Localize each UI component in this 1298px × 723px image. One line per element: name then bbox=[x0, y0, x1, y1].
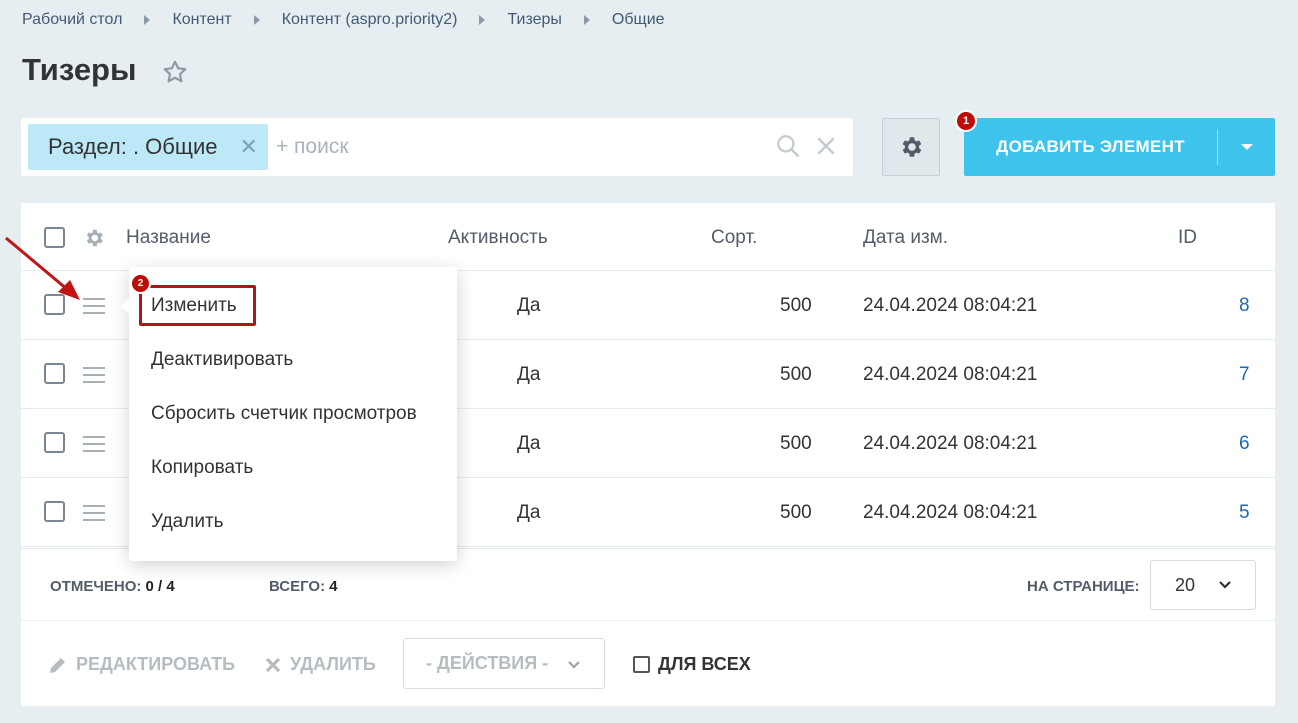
menu-item-copy[interactable]: Копировать bbox=[151, 457, 253, 479]
cell-id[interactable]: 7 bbox=[1239, 364, 1250, 386]
highlight-box bbox=[139, 285, 256, 326]
cell-active: Да bbox=[517, 364, 541, 385]
cell-sort: 500 bbox=[780, 502, 812, 523]
menu-item-reset-views[interactable]: Сбросить счетчик просмотров bbox=[151, 403, 417, 425]
cell-date: 24.04.2024 08:04:21 bbox=[863, 433, 1038, 454]
cell-sort: 500 bbox=[780, 295, 812, 316]
cell-sort: 500 bbox=[780, 364, 812, 385]
chevron-down-icon bbox=[1219, 581, 1231, 589]
clear-search-icon[interactable] bbox=[815, 135, 837, 157]
remove-filter-icon[interactable]: ✕ bbox=[240, 134, 258, 160]
column-header-name[interactable]: Название bbox=[126, 227, 211, 249]
breadcrumb-item[interactable]: Рабочий стол bbox=[22, 11, 122, 29]
cell-date: 24.04.2024 08:04:21 bbox=[863, 295, 1038, 316]
cell-active: Да bbox=[517, 433, 541, 454]
chevron-down-icon bbox=[568, 661, 580, 669]
filter-bar[interactable]: Раздел: . Общие ✕ + поиск bbox=[21, 118, 853, 176]
step-badge-1: 1 bbox=[955, 110, 977, 132]
delete-action-button[interactable]: УДАЛИТЬ bbox=[264, 654, 376, 675]
filter-tag[interactable]: Раздел: . Общие ✕ bbox=[28, 124, 268, 170]
pointer-arrow-icon bbox=[5, 236, 80, 300]
column-header-date[interactable]: Дата изм. bbox=[863, 227, 948, 249]
total-count: ВСЕГО: 4 bbox=[269, 578, 338, 595]
column-header-id[interactable]: ID bbox=[1178, 227, 1197, 249]
menu-item-deactivate[interactable]: Деактивировать bbox=[151, 349, 293, 371]
table-header: Название Активность Сорт. Дата изм. ID bbox=[21, 203, 1275, 271]
cell-sort: 500 bbox=[780, 433, 812, 454]
breadcrumb-item[interactable]: Тизеры bbox=[507, 11, 561, 29]
add-element-label: ДОБАВИТЬ ЭЛЕМЕНТ bbox=[996, 137, 1185, 156]
row-checkbox[interactable] bbox=[44, 501, 65, 522]
actions-select[interactable]: - ДЕЙСТВИЯ - bbox=[403, 638, 605, 689]
breadcrumb: Рабочий стол Контент Контент (aspro.prio… bbox=[22, 11, 665, 29]
add-dropdown-toggle[interactable] bbox=[1218, 142, 1275, 152]
cell-active: Да bbox=[517, 295, 541, 316]
row-menu-icon[interactable] bbox=[83, 436, 105, 457]
breadcrumb-item[interactable]: Контент (aspro.priority2) bbox=[282, 11, 458, 29]
for-all-checkbox[interactable] bbox=[633, 656, 650, 673]
cell-id[interactable]: 6 bbox=[1239, 433, 1250, 455]
per-page-value: 20 bbox=[1175, 574, 1196, 595]
cell-date: 24.04.2024 08:04:21 bbox=[863, 364, 1038, 385]
pencil-icon bbox=[50, 657, 65, 673]
breadcrumb-separator-icon bbox=[253, 15, 260, 25]
breadcrumb-separator-icon bbox=[479, 15, 486, 25]
cell-active: Да bbox=[517, 502, 541, 523]
row-menu-icon[interactable] bbox=[83, 505, 105, 526]
row-checkbox[interactable] bbox=[44, 363, 65, 384]
title-row: Тизеры bbox=[22, 52, 188, 88]
row-checkbox[interactable] bbox=[44, 432, 65, 453]
gear-icon bbox=[902, 137, 922, 157]
breadcrumb-item[interactable]: Контент bbox=[172, 11, 231, 29]
column-header-active[interactable]: Активность bbox=[448, 227, 548, 249]
chevron-down-icon bbox=[1240, 144, 1253, 150]
column-header-sort[interactable]: Сорт. bbox=[711, 227, 757, 249]
close-icon bbox=[265, 657, 281, 672]
per-page-select[interactable]: 20 bbox=[1150, 560, 1256, 610]
selected-count: ОТМЕЧЕНО: 0 / 4 bbox=[50, 578, 175, 595]
star-icon[interactable] bbox=[162, 59, 188, 85]
actions-bar: РЕДАКТИРОВАТЬ УДАЛИТЬ - ДЕЙСТВИЯ - ДЛЯ В… bbox=[21, 620, 1275, 706]
breadcrumb-separator-icon bbox=[583, 15, 590, 25]
step-badge-2: 2 bbox=[130, 273, 151, 294]
search-icon[interactable] bbox=[775, 133, 801, 159]
actions-select-value: - ДЕЙСТВИЯ - bbox=[426, 653, 549, 673]
breadcrumb-separator-icon bbox=[144, 15, 151, 25]
filter-tag-label: Раздел: . Общие bbox=[48, 134, 218, 159]
for-all-toggle[interactable]: ДЛЯ ВСЕХ bbox=[633, 654, 751, 675]
edit-action-button[interactable]: РЕДАКТИРОВАТЬ bbox=[48, 654, 235, 675]
breadcrumb-item[interactable]: Общие bbox=[612, 11, 665, 29]
delete-action-label: УДАЛИТЬ bbox=[290, 654, 376, 674]
add-element-button[interactable]: ДОБАВИТЬ ЭЛЕМЕНТ bbox=[964, 118, 1275, 176]
settings-button[interactable] bbox=[882, 118, 940, 176]
cell-id[interactable]: 8 bbox=[1239, 295, 1250, 317]
cell-date: 24.04.2024 08:04:21 bbox=[863, 502, 1038, 523]
for-all-label: ДЛЯ ВСЕХ bbox=[658, 654, 751, 674]
search-input[interactable]: + поиск bbox=[276, 135, 349, 159]
edit-action-label: РЕДАКТИРОВАТЬ bbox=[76, 654, 236, 674]
per-page-label: НА СТРАНИЦЕ: bbox=[1027, 578, 1140, 595]
page-title: Тизеры bbox=[22, 52, 137, 87]
row-menu-icon[interactable] bbox=[83, 367, 105, 388]
cell-id[interactable]: 5 bbox=[1239, 502, 1250, 524]
menu-item-delete[interactable]: Удалить bbox=[151, 511, 224, 533]
